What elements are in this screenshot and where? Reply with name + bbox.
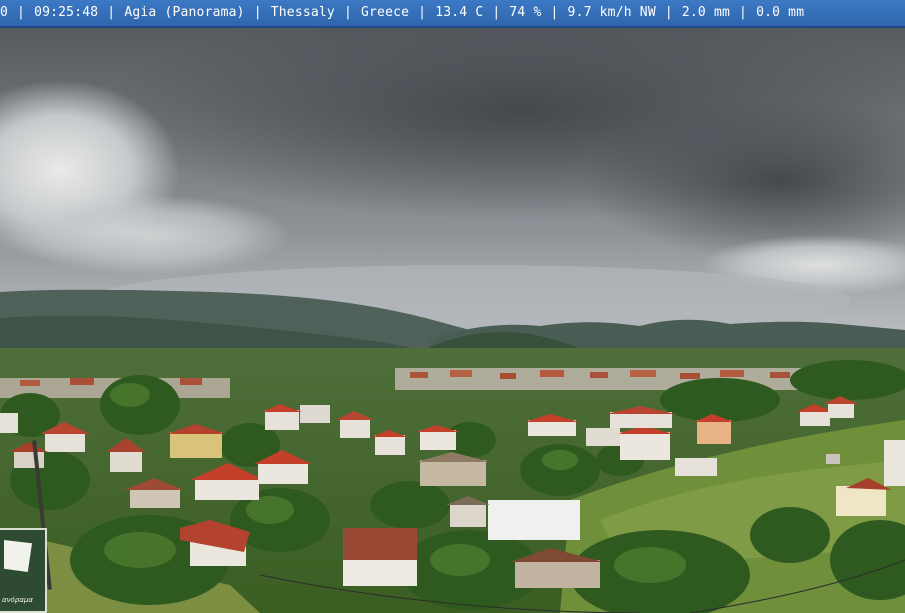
overlay-lead: 0: [0, 5, 9, 20]
rain-total-value: 0.0 mm: [756, 5, 805, 20]
separator: |: [739, 5, 748, 20]
temperature-value: 13.4 C: [435, 5, 484, 20]
country-value: Greece: [361, 5, 410, 20]
location-value: Agia (Panorama): [124, 5, 245, 20]
panorama-sign: ανόραμα: [0, 528, 47, 613]
weather-info-bar: 0 | 09:25:48 | Agia (Panorama) | Thessaly | Gree…: [0, 0, 905, 28]
separator: |: [17, 5, 26, 20]
sign-text: ανόραμα: [2, 596, 33, 604]
separator: |: [107, 5, 116, 20]
separator: |: [418, 5, 427, 20]
cloud-bright-left-2: [10, 195, 290, 275]
separator: |: [492, 5, 501, 20]
region-value: Thessaly: [270, 5, 335, 20]
rain-rate-value: 2.0 mm: [681, 5, 731, 20]
humidity-value: 74 %: [509, 5, 542, 20]
separator: |: [664, 5, 673, 20]
separator: |: [343, 5, 352, 20]
time-value: 09:25:48: [34, 5, 99, 20]
separator: |: [253, 5, 262, 20]
webcam-scene: [0, 0, 905, 613]
separator: |: [550, 5, 559, 20]
wind-value: 9.7 km/h NW: [567, 5, 656, 20]
sign-emblem: [4, 540, 32, 572]
